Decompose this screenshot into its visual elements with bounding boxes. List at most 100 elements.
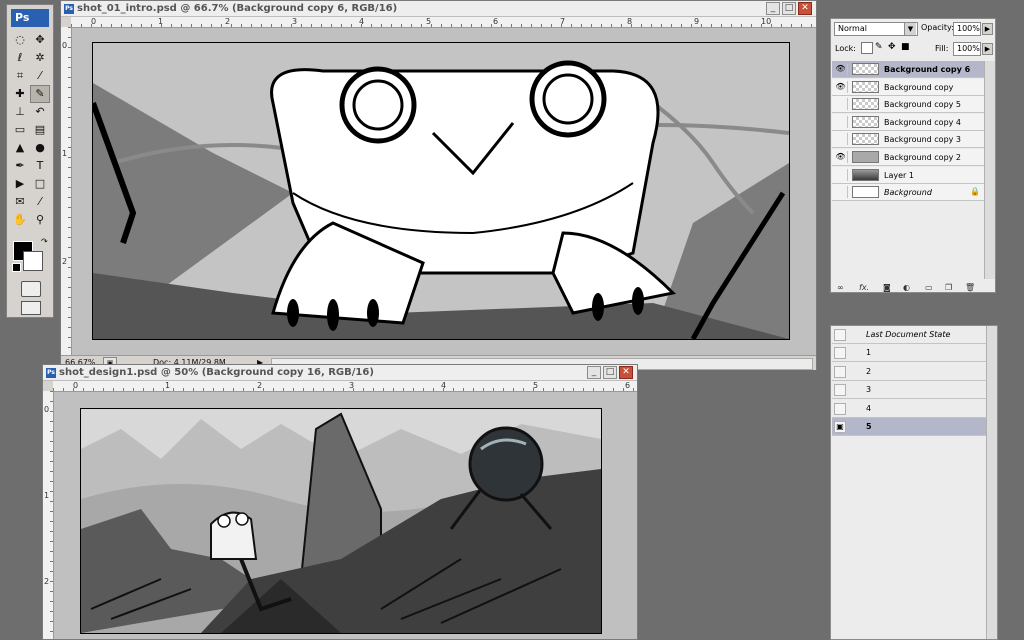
history-snapshot-box[interactable] [834, 347, 846, 360]
history-brush-source-icon[interactable]: ▣ [834, 421, 846, 433]
layer-row[interactable]: Layer 1 [832, 166, 994, 184]
visibility-eye-icon[interactable]: 👁 [834, 151, 848, 163]
new-layer-icon[interactable]: ❐ [945, 283, 952, 292]
marquee-icon[interactable]: ◌ [11, 32, 29, 48]
history-snapshot-box[interactable] [834, 329, 846, 341]
history-snapshot-box[interactable] [834, 365, 846, 378]
crop-icon[interactable]: ⌗ [11, 68, 29, 84]
history-state[interactable]: 4 [832, 399, 988, 418]
layer-row[interactable]: 👁 Background copy 2 [832, 149, 994, 166]
layer-mask-icon[interactable]: ◙ [883, 283, 891, 292]
visibility-eye-icon[interactable] [834, 168, 848, 181]
horizontal-ruler: 0 1 2 3 4 5 6 7 8 9 10 [71, 17, 816, 28]
design-canvas[interactable] [80, 408, 602, 634]
lock-pixels-icon[interactable]: ✎ [875, 42, 883, 52]
opacity-arrow-icon[interactable]: ▶ [982, 23, 993, 35]
history-scrollbar[interactable] [986, 326, 997, 639]
document-title-bar[interactable]: Ps shot_design1.psd @ 50% (Background co… [43, 365, 637, 381]
clone-stamp-icon[interactable]: ⊥ [11, 104, 29, 120]
history-state[interactable]: Last Document State [832, 326, 988, 344]
document-canvas-area[interactable] [72, 28, 816, 356]
brush-icon[interactable]: ✎ [30, 85, 50, 103]
quick-mask-icon[interactable] [21, 281, 41, 297]
layer-row[interactable]: Background 🔒 [832, 184, 994, 202]
history-snapshot-box[interactable] [834, 384, 846, 397]
default-colors-icon[interactable] [12, 263, 21, 272]
visibility-eye-icon[interactable] [834, 186, 848, 199]
shape-icon[interactable]: □ [31, 176, 49, 192]
pen-icon[interactable]: ✒ [11, 158, 29, 174]
blend-mode-select[interactable]: Normal ▼ [834, 22, 918, 36]
opacity-input[interactable]: 100% [953, 22, 981, 36]
history-state[interactable]: ▣ 5 [832, 418, 988, 436]
layers-scrollbar[interactable] [984, 61, 995, 279]
maximize-button[interactable]: □ [603, 366, 617, 379]
new-group-icon[interactable]: ▭ [925, 283, 933, 292]
close-button[interactable]: ✕ [619, 366, 633, 379]
layer-name: Background copy 5 [884, 100, 962, 110]
history-state[interactable]: 1 [832, 344, 988, 363]
history-snapshot-box[interactable] [834, 402, 846, 415]
eyedropper-icon[interactable]: ⁄ [31, 194, 49, 210]
blur-icon[interactable]: ▲ [11, 140, 29, 156]
swap-colors-icon[interactable]: ↷ [41, 237, 48, 246]
document-title-bar[interactable]: Ps shot_01_intro.psd @ 66.7% (Background… [61, 1, 816, 17]
layer-row[interactable]: Background copy 3 [832, 131, 994, 149]
delete-layer-icon[interactable]: 🗑 [965, 283, 975, 292]
lock-all-icon[interactable]: ■ [901, 42, 910, 52]
ruler-label: 3 [292, 17, 298, 26]
minimize-button[interactable]: _ [587, 366, 601, 379]
document-canvas-area[interactable] [54, 392, 637, 639]
document-window-shot-01[interactable]: Ps shot_01_intro.psd @ 66.7% (Background… [60, 0, 817, 370]
adjustment-layer-icon[interactable]: ◐ [903, 283, 910, 292]
visibility-eye-icon[interactable] [834, 115, 848, 128]
ruler-label: 4 [359, 17, 365, 26]
layer-name: Background copy 4 [884, 117, 962, 127]
layer-row[interactable]: 👁 Background copy [832, 78, 994, 96]
lasso-icon[interactable]: ℓ [11, 50, 29, 66]
photoshop-logo[interactable]: Ps [11, 9, 49, 27]
gradient-icon[interactable]: ▤ [31, 122, 49, 138]
hand-icon[interactable]: ✋ [11, 212, 29, 228]
lock-position-icon[interactable]: ✥ [888, 42, 896, 52]
slice-icon[interactable]: ⁄ [31, 68, 49, 84]
path-select-icon[interactable]: ▶ [11, 176, 29, 192]
visibility-eye-icon[interactable]: 👁 [834, 80, 848, 93]
ruler-label: 0 [91, 17, 97, 26]
layer-row[interactable]: Background copy 4 [832, 113, 994, 131]
ruler-label: 9 [694, 17, 700, 26]
document-window-shot-design[interactable]: Ps shot_design1.psd @ 50% (Background co… [42, 364, 638, 640]
notes-icon[interactable]: ✉ [11, 194, 29, 210]
history-state[interactable]: 2 [832, 362, 988, 381]
layer-thumbnail [852, 151, 879, 163]
ruler-label: 2 [257, 381, 263, 390]
storyboard-canvas[interactable] [92, 42, 790, 340]
dodge-icon[interactable]: ● [31, 140, 49, 156]
eraser-icon[interactable]: ▭ [11, 122, 29, 138]
link-layers-icon[interactable]: ∞ [837, 283, 844, 292]
minimize-button[interactable]: _ [766, 2, 780, 15]
visibility-eye-icon[interactable] [834, 133, 848, 146]
fill-input[interactable]: 100% [953, 42, 981, 56]
visibility-eye-icon[interactable]: 👁 [834, 63, 848, 75]
layer-style-icon[interactable]: fx. [859, 283, 869, 292]
layer-row[interactable]: 👁 Background copy 6 [832, 61, 994, 78]
layer-row[interactable]: Background copy 5 [832, 96, 994, 114]
close-button[interactable]: ✕ [798, 2, 812, 15]
visibility-eye-icon[interactable] [834, 98, 848, 111]
layers-panel: Normal ▼ Opacity: 100% ▶ Lock: ✎ ✥ ■ Fil… [830, 18, 996, 293]
chevron-down-icon[interactable]: ▼ [904, 23, 916, 35]
type-icon[interactable]: T [31, 158, 49, 174]
background-color-swatch[interactable] [23, 251, 43, 271]
history-state[interactable]: 3 [832, 381, 988, 400]
screen-mode-icon[interactable] [21, 301, 41, 315]
healing-brush-icon[interactable]: ✚ [11, 86, 29, 102]
move-icon[interactable]: ✥ [31, 32, 49, 48]
lock-transparency-icon[interactable] [861, 42, 873, 54]
zoom-icon[interactable]: ⚲ [31, 212, 49, 228]
magic-wand-icon[interactable]: ✲ [31, 50, 49, 66]
history-brush-icon[interactable]: ↶ [31, 104, 49, 120]
fill-arrow-icon[interactable]: ▶ [982, 43, 993, 55]
maximize-button[interactable]: □ [782, 2, 796, 15]
layer-name: Background [884, 188, 932, 198]
